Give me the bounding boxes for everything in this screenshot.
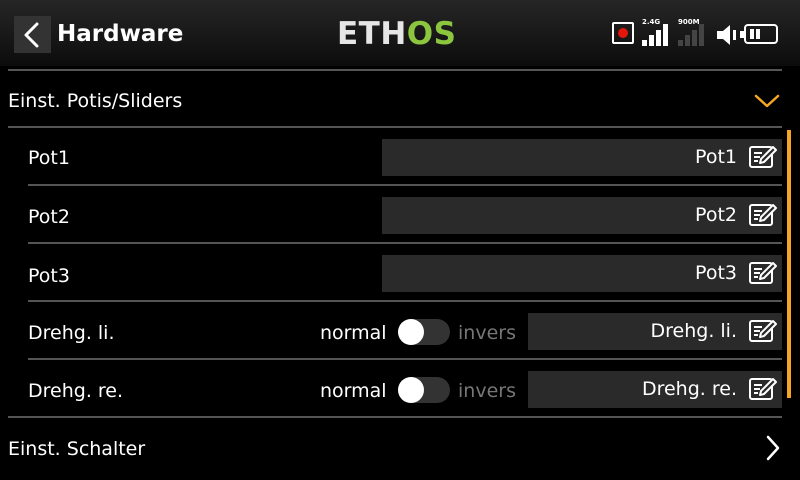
invert-toggle-drehg-li[interactable] [398,319,450,345]
edit-icon[interactable] [748,202,778,228]
row-label-pot2: Pot2 [28,206,70,228]
edit-icon[interactable] [748,260,778,286]
invert-toggle-drehg-re[interactable] [398,377,450,403]
rf-label-900m: 900M [678,18,700,26]
option-invers-label: invers [458,322,516,344]
row-label-drehg-li: Drehg. li. [28,322,115,344]
rf-label-24g: 2.4G [642,18,661,26]
chevron-right-icon[interactable] [763,434,783,462]
row-label-drehg-re: Drehg. re. [28,380,124,402]
name-field-pot3[interactable]: Pot3 [382,255,782,292]
name-field-drehg-li[interactable]: Drehg. li. [528,313,782,350]
field-value: Drehg. re. [641,378,737,400]
field-value: Drehg. li. [650,320,738,342]
field-value: Pot1 [695,146,737,168]
row-label-pot1: Pot1 [28,147,70,169]
chevron-down-icon[interactable] [753,92,781,110]
name-field-pot2[interactable]: Pot2 [382,197,782,234]
option-normal-label: normal [320,380,387,402]
back-button[interactable] [14,16,51,53]
divider [28,242,782,244]
name-field-pot1[interactable]: Pot1 [382,139,782,176]
scrollbar[interactable] [787,130,791,398]
edit-icon[interactable] [748,318,778,344]
toggle-knob [398,377,424,403]
row-label-pot3: Pot3 [28,265,70,287]
status-area: 2.4G 900M [612,18,792,50]
option-invers-label: invers [458,380,516,402]
toggle-knob [398,319,424,345]
field-value: Pot3 [695,262,737,284]
divider [8,126,782,128]
section-title-pots[interactable]: Einst. Potis/Sliders [8,89,182,113]
page-title: Hardware [57,21,184,47]
back-arrow-icon [24,22,39,48]
ethos-logo: ETHOS [337,16,457,52]
top-bar: Hardware ETHOS 2.4G 900M [0,0,800,66]
section-title-switches[interactable]: Einst. Schalter [8,437,145,461]
divider [28,184,782,186]
edit-icon[interactable] [748,376,778,402]
divider [28,300,782,302]
divider [28,358,782,360]
name-field-drehg-re[interactable]: Drehg. re. [528,371,782,408]
speaker-icon [717,25,736,45]
record-icon [612,22,634,44]
divider [8,416,782,418]
divider [8,69,782,71]
field-value: Pot2 [695,204,737,226]
battery-icon [740,24,778,44]
option-normal-label: normal [320,322,387,344]
edit-icon[interactable] [748,144,778,170]
